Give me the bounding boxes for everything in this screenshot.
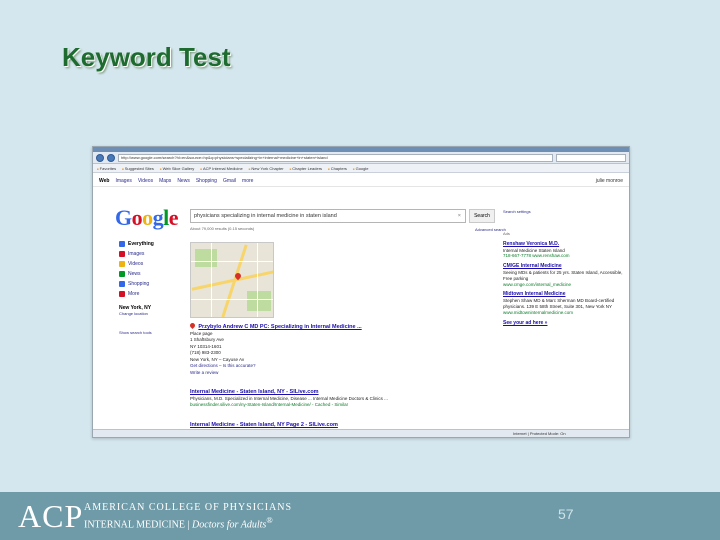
- map-pin-icon: [188, 321, 197, 330]
- results-count: About 79,000 results (0.15 seconds): [190, 226, 255, 231]
- local-result: Przybylo Andrew C MD PC: Specializing in…: [188, 321, 450, 377]
- leftnav-label: Videos: [128, 261, 144, 267]
- org-tagline: INTERNAL MEDICINE | Doctors for Adults®: [84, 516, 273, 530]
- registered-mark: ®: [266, 516, 273, 525]
- browser-search-box[interactable]: [556, 153, 626, 162]
- tagline-separator: |: [185, 519, 193, 531]
- leftnav-label: More: [128, 291, 140, 297]
- topnav-gmail[interactable]: Gmail: [223, 178, 236, 184]
- result-url[interactable]: businessfinder.silive.com/ny-Staten-Isla…: [190, 402, 450, 408]
- ad-item: Midtown Internal Medicine Stephen Shaw MD…: [503, 292, 627, 315]
- write-review-link[interactable]: Write a review: [190, 370, 450, 377]
- favorites-bar: Favorites Suggested Sites Web Slice Galler…: [93, 164, 629, 173]
- search-input[interactable]: physicians specializing in internal medi…: [190, 209, 466, 223]
- organic-result: Internal Medicine - Staten Island, NY Pa…: [190, 422, 450, 429]
- shopping-icon: [119, 281, 125, 287]
- favorite-item[interactable]: Google: [353, 166, 369, 171]
- ad-desc: Seeing MDs & patients for 25 yrs. Staten…: [503, 269, 623, 281]
- search-button[interactable]: Search: [469, 209, 495, 223]
- ad-item: CM/GE Internal Medicine Seeing MDs & pati…: [503, 263, 627, 288]
- topnav-images[interactable]: Images: [115, 178, 131, 184]
- leftnav-shopping[interactable]: Shopping: [119, 279, 187, 289]
- leftnav-label: Everything: [128, 241, 154, 247]
- favorite-item[interactable]: Favorites: [97, 166, 116, 171]
- address-bar: http://www.google.com/search?hl=en&sourc…: [93, 152, 629, 164]
- favorite-item[interactable]: Chapters: [328, 166, 347, 171]
- result-title[interactable]: Internal Medicine - Staten Island, NY Pa…: [190, 422, 450, 429]
- tagline-italic: Doctors for Adults: [192, 519, 267, 531]
- result-title[interactable]: Przybylo Andrew C MD PC: Specializing in…: [198, 324, 361, 330]
- page-number: 57: [558, 506, 574, 522]
- images-icon: [119, 251, 125, 257]
- organic-result: Internal Medicine - Staten Island, NY - …: [190, 389, 450, 408]
- logo-letter: o: [131, 205, 143, 230]
- topnav-news[interactable]: News: [177, 178, 190, 184]
- acp-logo: ACP: [18, 498, 84, 534]
- left-nav: Everything Images Videos News Shopping More N…: [119, 239, 187, 335]
- map-street: [191, 299, 273, 300]
- advanced-search-link[interactable]: Advanced search: [475, 227, 506, 232]
- ad-url[interactable]: www.cmge.com/internal_medicine: [503, 282, 627, 288]
- leftnav-label: Images: [128, 251, 145, 257]
- topnav-videos[interactable]: Videos: [138, 178, 153, 184]
- topnav-shopping[interactable]: Shopping: [196, 178, 217, 184]
- logo-letter: o: [142, 205, 153, 230]
- ads-column: Ads Renshaw Veronica M.D. Internal Medici…: [503, 231, 627, 326]
- news-icon: [119, 271, 125, 277]
- map-park: [247, 291, 271, 311]
- logo-letter: G: [115, 205, 132, 230]
- ad-desc: Stephen Shaw MD & Marc Sherman MD Board-…: [503, 298, 615, 309]
- favorite-item[interactable]: Chapter Leaders: [290, 166, 322, 171]
- logo-letter: e: [168, 205, 179, 230]
- tagline-main: INTERNAL MEDICINE: [84, 519, 186, 531]
- map-thumbnail[interactable]: [190, 242, 274, 318]
- ad-url[interactable]: www.midtowninternalmedicine.com: [503, 310, 627, 316]
- google-top-nav: Web Images Videos Maps News Shopping Gmail more…: [93, 175, 629, 187]
- leftnav-everything[interactable]: Everything: [119, 239, 187, 249]
- ad-item: See your ad here »: [503, 320, 627, 327]
- more-icon: [119, 291, 125, 297]
- show-options-link[interactable]: Show search tools: [119, 330, 187, 335]
- account-name[interactable]: julie monroe: [596, 178, 623, 184]
- forward-icon[interactable]: [107, 153, 115, 162]
- favorite-item[interactable]: Suggested Sites: [122, 166, 154, 171]
- leftnav-label: Shopping: [128, 281, 150, 287]
- map-park: [195, 249, 217, 267]
- topnav-web[interactable]: Web: [99, 178, 109, 184]
- leftnav-videos[interactable]: Videos: [119, 259, 187, 269]
- leftnav-images[interactable]: Images: [119, 249, 187, 259]
- leftnav-label: News: [128, 271, 141, 277]
- ad-url[interactable]: 718-667-7778 www.renshaw.com: [503, 253, 627, 259]
- leftnav-news[interactable]: News: [119, 269, 187, 279]
- google-logo[interactable]: Google: [115, 205, 179, 231]
- logo-letter: g: [152, 205, 164, 230]
- topnav-maps[interactable]: Maps: [159, 178, 171, 184]
- everything-icon: [119, 241, 125, 247]
- slide-title: Keyword Test: [62, 42, 231, 72]
- clear-icon[interactable]: ×: [458, 210, 461, 222]
- favorite-item[interactable]: ACP Internal Medicine: [200, 166, 243, 171]
- ad-title[interactable]: See your ad here »: [503, 320, 627, 327]
- back-icon[interactable]: [96, 153, 104, 162]
- map-street: [211, 243, 212, 317]
- leftnav-more[interactable]: More: [119, 289, 187, 299]
- search-settings-link[interactable]: Search settings: [503, 209, 531, 214]
- favorite-item[interactable]: New York Chapter: [249, 166, 283, 171]
- ad-item: Renshaw Veronica M.D. Internal Medicine S…: [503, 241, 627, 259]
- change-location-link[interactable]: Change location: [119, 311, 187, 316]
- browser-screenshot: http://www.google.com/search?hl=en&sourc…: [92, 146, 630, 438]
- ads-header: Ads: [503, 231, 510, 236]
- status-bar: Internet | Protected Mode: On: [93, 429, 629, 437]
- org-name: AMERICAN COLLEGE OF PHYSICIANS: [84, 502, 293, 513]
- map-street: [191, 261, 273, 262]
- map-street: [257, 243, 258, 317]
- topnav-more[interactable]: more: [242, 178, 253, 184]
- favorite-item[interactable]: Web Slice Gallery: [160, 166, 195, 171]
- search-query-text: physicians specializing in internal medi…: [194, 213, 337, 219]
- url-field[interactable]: http://www.google.com/search?hl=en&sourc…: [118, 153, 553, 162]
- videos-icon: [119, 261, 125, 267]
- slide-footer: ACP AMERICAN COLLEGE OF PHYSICIANS INTER…: [0, 492, 720, 540]
